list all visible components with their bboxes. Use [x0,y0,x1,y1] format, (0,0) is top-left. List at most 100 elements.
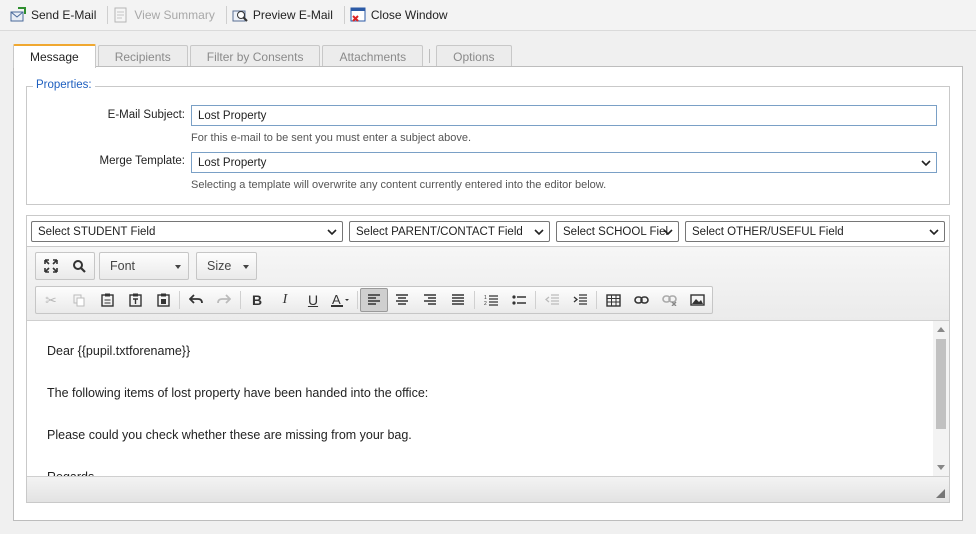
other-field-value: Select OTHER/USEFUL Field [692,225,844,238]
resize-grip-icon[interactable] [936,489,945,498]
justify-icon[interactable] [444,288,472,312]
chevron-down-icon [534,227,544,240]
student-field-select[interactable]: Select STUDENT Field [31,221,343,242]
numbered-list-icon[interactable]: 12 [477,288,505,312]
size-combo-label: Size [207,259,232,273]
content-line: Regards [47,467,913,476]
unlink-icon[interactable] [655,288,683,312]
image-icon[interactable] [683,288,711,312]
parent-field-value: Select PARENT/CONTACT Field [356,225,523,238]
scrollbar-thumb[interactable] [936,339,946,429]
summary-icon [113,7,129,23]
align-center-icon[interactable] [388,288,416,312]
link-icon[interactable] [627,288,655,312]
indent-icon[interactable] [566,288,594,312]
tab-divider [429,49,431,63]
find-icon[interactable] [65,254,93,278]
svg-text:2: 2 [484,301,487,306]
font-combo[interactable]: Font [99,252,189,280]
editor-toolbar: Font Size ✂ B I U A 1 2 [27,247,949,321]
paste-icon[interactable] [93,288,121,312]
undo-icon[interactable] [182,288,210,312]
italic-icon[interactable]: I [271,288,299,312]
toolbar-separator [535,291,536,309]
send-email-label: Send E-Mail [31,8,97,22]
maximize-icon[interactable] [37,254,65,278]
close-window-button[interactable]: Close Window [348,4,456,26]
content-line [47,446,913,467]
table-icon[interactable] [599,288,627,312]
paste-text-icon[interactable] [121,288,149,312]
text-color-icon[interactable]: A [327,288,355,312]
size-combo[interactable]: Size [196,252,257,280]
cut-icon[interactable]: ✂ [37,288,65,312]
bold-icon[interactable]: B [243,288,271,312]
subject-hint: For this e-mail to be sent you must ente… [191,132,472,144]
underline-icon[interactable]: U [299,288,327,312]
toolbar-separator [179,291,180,309]
tab-attachments[interactable]: Attachments [322,45,424,67]
send-email-button[interactable]: Send E-Mail [8,4,104,26]
student-field-value: Select STUDENT Field [38,225,156,238]
merge-template-select[interactable]: Lost Property [191,152,937,173]
copy-icon[interactable] [65,288,93,312]
tab-filter-by-consents[interactable]: Filter by Consents [189,45,321,67]
template-label: Merge Template: [99,155,185,167]
content-line: Dear {{pupil.txtforename}} [47,344,191,358]
svg-text:A: A [332,293,341,307]
school-field-value: Select SCHOOL Fiel [563,225,669,238]
bulleted-list-icon[interactable] [505,288,533,312]
view-summary-label: View Summary [134,8,215,22]
tab-strip: Message Recipients Filter by Consents At… [13,44,514,68]
subject-label: E-Mail Subject: [107,109,185,121]
properties-legend: Properties: [33,79,95,91]
editor-content[interactable]: Dear {{pupil.txtforename}} The following… [27,321,933,476]
chevron-down-icon [929,227,939,240]
outdent-icon[interactable] [538,288,566,312]
toolbar-separator [240,291,241,309]
toolbar-divider [225,6,227,24]
content-line [47,404,913,425]
content-line: The following items of lost property hav… [47,386,429,400]
chevron-down-icon [663,227,673,240]
toolbar-separator [474,291,475,309]
content-line: Please could you check whether these are… [47,428,412,442]
subject-value: Lost Property [198,109,267,122]
tab-message[interactable]: Message [13,44,96,68]
rich-text-editor: Font Size ✂ B I U A 1 2 Dear {{pupil.txt… [26,246,950,503]
align-left-icon[interactable] [360,288,388,312]
close-window-label: Close Window [370,8,448,22]
preview-email-label: Preview E-Mail [252,8,333,22]
tab-recipients[interactable]: Recipients [97,45,188,67]
toolbar-separator [357,291,358,309]
preview-email-button[interactable]: Preview E-Mail [230,4,341,26]
redo-icon[interactable] [210,288,238,312]
formatting-toolbar-group: ✂ B I U A 1 2 [35,286,713,314]
toolbar-separator [596,291,597,309]
align-right-icon[interactable] [416,288,444,312]
font-combo-label: Font [110,259,136,273]
merge-field-bar: Select STUDENT Field Select PARENT/CONTA… [26,215,950,246]
template-hint: Selecting a template will overwrite any … [191,179,607,191]
chevron-down-icon [921,158,931,167]
chevron-down-icon [327,227,337,240]
close-window-icon [350,7,366,23]
toolbar-divider [343,6,345,24]
send-email-icon [10,7,26,23]
tab-options[interactable]: Options [436,45,512,67]
caret-down-icon [175,265,181,269]
view-summary-button[interactable]: View Summary [111,4,222,26]
content-line [47,362,913,383]
school-field-select[interactable]: Select SCHOOL Fiel [556,221,679,242]
scroll-down-icon[interactable] [937,465,945,470]
editor-statusbar [27,476,949,502]
editor-scrollbar[interactable] [933,321,949,476]
caret-down-icon [243,265,249,269]
view-tools-group [35,252,95,280]
preview-icon [232,7,248,23]
parent-contact-field-select[interactable]: Select PARENT/CONTACT Field [349,221,550,242]
subject-input[interactable]: Lost Property [191,105,937,126]
other-useful-field-select[interactable]: Select OTHER/USEFUL Field [685,221,945,242]
paste-word-icon[interactable] [149,288,177,312]
scroll-up-icon[interactable] [937,327,945,332]
